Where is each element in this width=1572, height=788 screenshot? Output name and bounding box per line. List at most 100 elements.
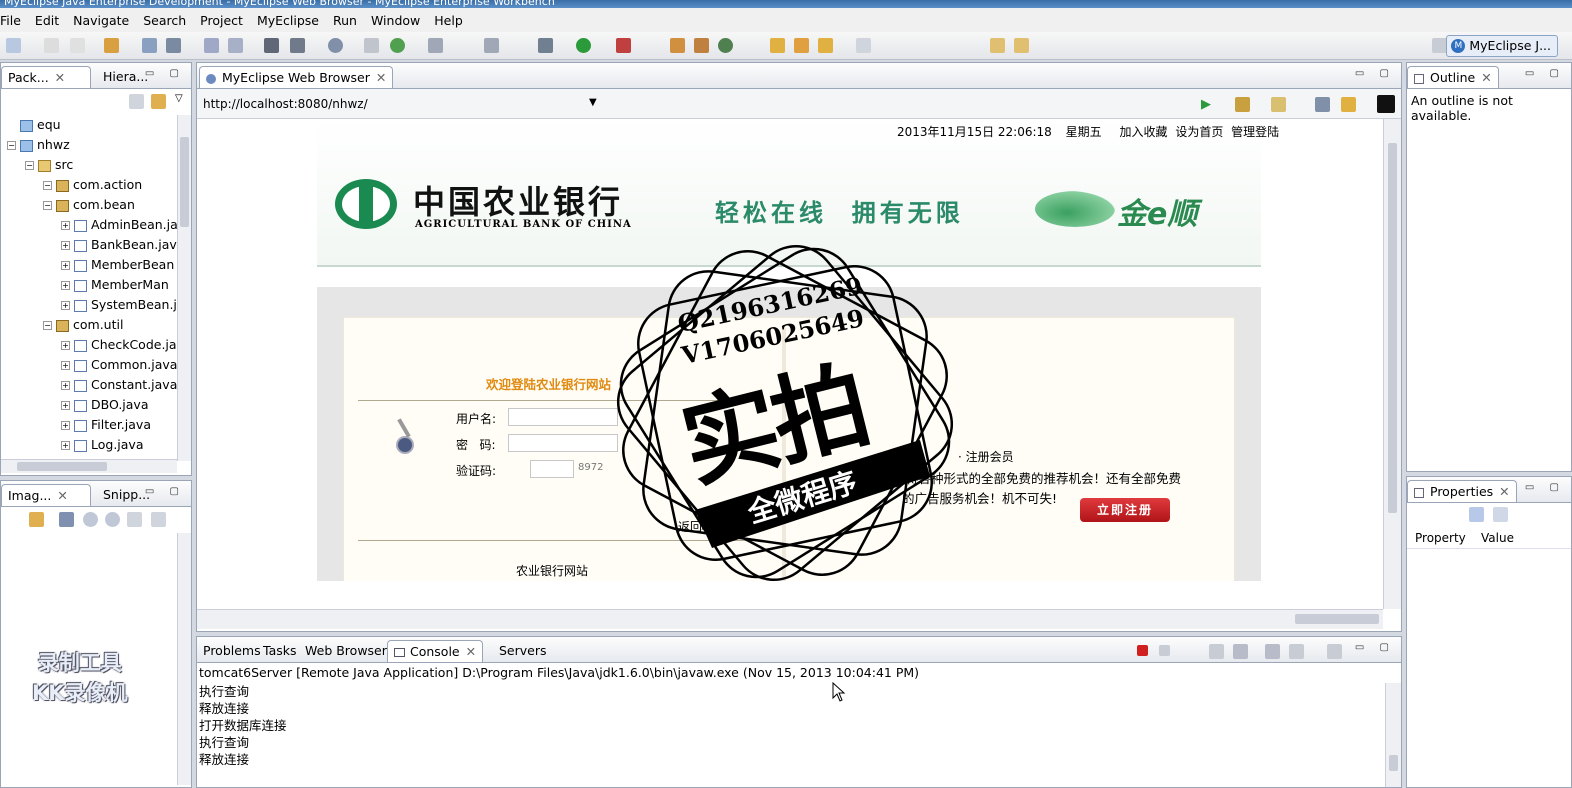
task-icon[interactable] xyxy=(694,38,709,53)
refresh-icon[interactable] xyxy=(390,38,405,53)
close-icon[interactable]: ✕ xyxy=(55,70,65,85)
forward-history-icon[interactable] xyxy=(856,38,871,53)
tree-item[interactable]: + MemberBean xyxy=(61,255,174,275)
fit-window-icon[interactable] xyxy=(151,512,166,527)
scroll-thumb[interactable] xyxy=(1295,614,1379,624)
tree-item[interactable]: + BankBean.jav xyxy=(61,235,177,255)
folder-icon[interactable] xyxy=(770,38,785,53)
stop-icon[interactable] xyxy=(1315,97,1330,112)
open-perspective-icon[interactable] xyxy=(1432,38,1447,53)
expand-toggle-icon[interactable]: + xyxy=(61,401,70,410)
zoom-in-icon[interactable] xyxy=(105,512,120,527)
set-homepage-link[interactable]: 设为首页 xyxy=(1175,125,1223,139)
expand-toggle-icon[interactable]: − xyxy=(43,201,52,210)
view-menu-icon[interactable]: ▽ xyxy=(175,93,183,104)
expand-toggle-icon[interactable]: + xyxy=(61,421,70,430)
menu-help[interactable]: Help xyxy=(427,13,470,28)
image-tool-icon[interactable] xyxy=(29,512,44,527)
close-icon[interactable]: ✕ xyxy=(1481,70,1491,85)
minimize-maximize-icon[interactable]: ▭ ▢ xyxy=(1525,482,1565,493)
browser-icon[interactable] xyxy=(290,38,305,53)
terminate-icon[interactable] xyxy=(1137,645,1148,656)
browser-horizontal-scrollbar[interactable] xyxy=(197,609,1383,629)
scroll-thumb[interactable] xyxy=(1389,755,1398,771)
tree-item[interactable]: − src xyxy=(25,155,73,175)
tab-outline[interactable]: Outline ✕ xyxy=(1407,66,1499,88)
tree-item[interactable]: − com.util xyxy=(43,315,123,335)
globe-icon[interactable] xyxy=(328,38,343,53)
open-type-icon[interactable] xyxy=(428,38,443,53)
search-tool-icon[interactable] xyxy=(818,38,833,53)
console-vertical-scrollbar[interactable] xyxy=(1385,683,1401,787)
external-tools-icon[interactable] xyxy=(616,38,631,53)
minimize-maximize-icon[interactable]: ▭ ▢ xyxy=(1355,68,1395,79)
annotation-icon[interactable] xyxy=(670,38,685,53)
tree-item[interactable]: + Filter.java xyxy=(61,415,151,435)
nav-forward-icon[interactable] xyxy=(1014,38,1029,53)
expand-toggle-icon[interactable]: − xyxy=(43,181,52,190)
tab-package-explorer[interactable]: Pack... ✕ xyxy=(1,66,91,88)
pin-icon[interactable] xyxy=(794,38,809,53)
register-button[interactable]: 立即注册 xyxy=(1080,498,1170,522)
back-icon[interactable] xyxy=(1235,97,1250,112)
menu-window[interactable]: Window xyxy=(364,13,427,28)
sync-icon[interactable] xyxy=(718,38,733,53)
tab-image-viewer[interactable]: Imag... ✕ xyxy=(1,484,91,506)
add-favorite-link[interactable]: 加入收藏 xyxy=(1119,125,1167,139)
close-icon[interactable]: ✕ xyxy=(57,488,67,503)
clear-console-icon[interactable] xyxy=(1209,644,1224,659)
tab-web-browser[interactable]: MyEclipse Web Browser ✕ xyxy=(199,66,394,88)
value-column[interactable]: Value xyxy=(1481,531,1514,545)
refresh-page-icon[interactable] xyxy=(1341,97,1356,112)
actual-size-icon[interactable] xyxy=(127,512,142,527)
run-icon[interactable] xyxy=(576,38,591,53)
menu-navigate[interactable]: Navigate xyxy=(66,13,136,28)
minimize-maximize-icon[interactable]: ▭ ▢ xyxy=(145,68,185,79)
zoom-out-icon[interactable] xyxy=(83,512,98,527)
url-dropdown-icon[interactable]: ▼ xyxy=(589,97,597,108)
pin-console-icon[interactable] xyxy=(1265,644,1280,659)
tree-item[interactable]: equ xyxy=(7,115,61,135)
expand-toggle-icon[interactable]: − xyxy=(43,321,52,330)
menu-run[interactable]: Run xyxy=(326,13,364,28)
open-console-icon[interactable] xyxy=(1327,644,1342,659)
menu-search[interactable]: Search xyxy=(136,13,193,28)
minimize-maximize-icon[interactable]: ▭ ▢ xyxy=(145,486,185,497)
scroll-thumb[interactable] xyxy=(180,137,189,227)
link-editor-icon[interactable] xyxy=(151,94,166,109)
scroll-thumb[interactable] xyxy=(17,462,107,471)
remove-launch-icon[interactable] xyxy=(1159,645,1170,656)
captcha-input[interactable] xyxy=(530,460,574,478)
expand-toggle-icon[interactable]: + xyxy=(61,221,70,230)
expand-toggle-icon[interactable]: + xyxy=(61,301,70,310)
tree-item[interactable]: − nhwz xyxy=(7,135,70,155)
deploy-icon[interactable] xyxy=(142,38,157,53)
close-icon[interactable]: ✕ xyxy=(376,70,386,85)
show-categories-icon[interactable] xyxy=(1469,507,1484,522)
tree-item[interactable]: + SystemBean.j xyxy=(61,295,177,315)
menu-edit[interactable]: Edit xyxy=(28,13,66,28)
build-icon[interactable] xyxy=(204,38,219,53)
nav-back-icon[interactable] xyxy=(990,38,1005,53)
expand-toggle-icon[interactable]: − xyxy=(7,141,16,150)
print-icon[interactable] xyxy=(70,38,85,53)
tab-properties[interactable]: Properties ✕ xyxy=(1407,480,1517,502)
save-icon[interactable] xyxy=(44,38,59,53)
tree-horizontal-scrollbar[interactable] xyxy=(1,459,177,473)
show-advanced-icon[interactable] xyxy=(1493,507,1508,522)
expand-toggle-icon[interactable]: + xyxy=(61,341,70,350)
tree-item[interactable]: − com.action xyxy=(43,175,142,195)
tomcat-icon[interactable] xyxy=(264,38,279,53)
fit-icon[interactable] xyxy=(59,512,74,527)
expand-toggle-icon[interactable]: + xyxy=(61,241,70,250)
tree-item[interactable]: + AdminBean.ja xyxy=(61,215,177,235)
wizard-icon[interactable] xyxy=(228,38,243,53)
display-console-icon[interactable] xyxy=(1289,644,1304,659)
minimize-maximize-icon[interactable]: ▭ ▢ xyxy=(1355,642,1395,653)
tree-item[interactable]: + Constant.java xyxy=(61,375,177,395)
minimize-maximize-icon[interactable]: ▭ ▢ xyxy=(1525,68,1565,79)
image-vertical-scrollbar[interactable] xyxy=(177,533,191,785)
package-icon[interactable] xyxy=(104,38,119,53)
go-icon[interactable]: ▶ xyxy=(1201,97,1211,112)
admin-login-link[interactable]: 管理登陆 xyxy=(1231,125,1279,139)
